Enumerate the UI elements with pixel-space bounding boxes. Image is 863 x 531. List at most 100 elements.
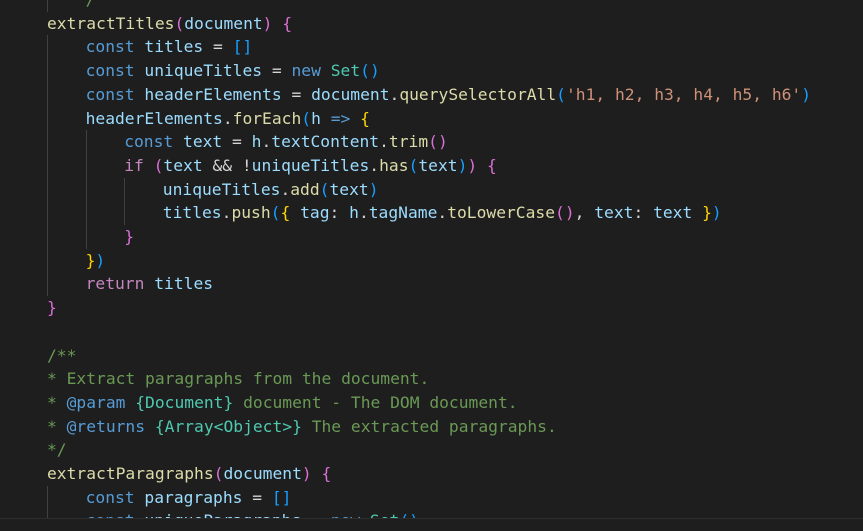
code-token: ( xyxy=(408,155,419,175)
code-token: titles xyxy=(154,274,214,294)
code-token: [] xyxy=(232,37,253,57)
code-token: @param xyxy=(66,392,126,412)
code-token: textContent xyxy=(271,132,380,152)
code-token: ) xyxy=(262,13,273,33)
code-token: extractTitles xyxy=(47,13,175,33)
code-token: . xyxy=(280,179,291,199)
code-token: : xyxy=(633,203,654,223)
code-token: tagName xyxy=(368,203,438,223)
code-token: () xyxy=(360,61,380,81)
code-line[interactable]: */ xyxy=(47,438,67,462)
horizontal-scrollbar[interactable] xyxy=(0,518,863,531)
code-token: has xyxy=(379,155,409,175)
code-line[interactable]: * Extract paragraphs from the document. xyxy=(47,367,429,391)
code-token: = xyxy=(203,37,233,57)
code-token: [] xyxy=(271,487,292,507)
code-token: extractParagraphs xyxy=(47,464,214,483)
code-line[interactable]: } xyxy=(47,296,57,320)
code-token: { xyxy=(280,203,291,223)
code-token: ( xyxy=(270,203,281,223)
indent-guide xyxy=(85,130,87,249)
code-token: push xyxy=(231,203,271,223)
code-token: uniqueTitles xyxy=(162,179,281,199)
code-line[interactable]: * @returns {Array<Object>} The extracted… xyxy=(47,415,557,439)
code-token: ) xyxy=(801,84,812,104)
code-editor[interactable]: /extractTitles(document) {const titles =… xyxy=(0,0,863,531)
code-token: querySelectorAll xyxy=(399,84,557,104)
code-token: text xyxy=(418,155,458,175)
code-token: h xyxy=(349,203,359,223)
code-token: . xyxy=(379,132,389,152)
code-token: . xyxy=(437,203,448,223)
code-token: : xyxy=(329,203,350,223)
code-token: . xyxy=(389,84,400,104)
code-token: ( xyxy=(301,108,312,128)
code-line[interactable]: headerElements.forEach(h => { xyxy=(86,107,370,131)
code-token: uniqueTitles xyxy=(144,61,263,81)
code-line[interactable]: const titles = [] xyxy=(86,35,253,59)
code-line[interactable]: const text = h.textContent.trim() xyxy=(124,130,448,154)
code-token: => xyxy=(330,108,351,128)
code-token: if xyxy=(124,155,144,175)
code-token: * xyxy=(47,392,67,412)
code-token: { xyxy=(321,464,332,483)
code-token: text xyxy=(653,203,693,223)
code-line[interactable]: extractTitles(document) { xyxy=(47,12,292,36)
code-token: { xyxy=(360,108,370,128)
code-token: 'h1, h2, h3, h4, h5, h6' xyxy=(565,84,802,104)
code-token: const xyxy=(85,61,135,81)
code-token: text xyxy=(329,179,369,199)
code-line[interactable]: if (text && !uniqueTitles.has(text)) { xyxy=(124,154,497,178)
code-token: ) xyxy=(301,464,312,483)
code-token: ) xyxy=(95,250,106,270)
code-token: . xyxy=(369,155,380,175)
code-token: const xyxy=(85,37,135,57)
code-line[interactable]: const paragraphs = [] xyxy=(86,486,292,510)
code-line[interactable]: const uniqueTitles = new Set() xyxy=(86,59,380,83)
code-token: , xyxy=(574,203,595,223)
code-line[interactable]: extractParagraphs(document) { xyxy=(47,462,331,486)
code-token: /** xyxy=(47,345,77,365)
code-line[interactable]: const headerElements = document.querySel… xyxy=(86,83,811,107)
code-token: The extracted paragraphs. xyxy=(301,416,557,436)
code-line[interactable]: } xyxy=(124,225,134,249)
code-token: titles xyxy=(162,203,222,223)
code-token: && ! xyxy=(202,155,252,175)
code-token: ) xyxy=(711,203,722,223)
code-line[interactable]: return titles xyxy=(86,272,213,296)
code-token: ( xyxy=(213,464,224,483)
code-token: document - The DOM document. xyxy=(233,392,518,412)
code-token: return xyxy=(85,274,145,294)
code-token: } xyxy=(702,203,712,223)
code-token: h xyxy=(311,108,321,128)
code-line[interactable]: uniqueTitles.add(text) xyxy=(163,178,379,202)
code-token: text xyxy=(163,155,203,175)
code-token: ) xyxy=(457,155,468,175)
code-token: . xyxy=(358,203,369,223)
code-token: paragraphs xyxy=(144,487,243,507)
code-token: Set xyxy=(330,61,361,81)
code-token: ( xyxy=(174,13,185,33)
code-token: text xyxy=(594,203,634,223)
code-line[interactable]: }) xyxy=(86,249,106,273)
code-token: const xyxy=(124,132,174,152)
code-token: document xyxy=(184,13,263,33)
code-line[interactable]: /** xyxy=(47,344,76,368)
code-line[interactable]: titles.push({ tag: h.tagName.toLowerCase… xyxy=(163,201,722,225)
code-token: . xyxy=(261,132,272,152)
code-token: add xyxy=(290,179,320,199)
code-token: = xyxy=(242,487,272,507)
code-token: ) xyxy=(467,155,478,175)
code-token: = xyxy=(262,61,292,81)
code-line[interactable]: * @param {Document} document - The DOM d… xyxy=(47,391,518,415)
code-line[interactable]: / xyxy=(86,0,96,12)
code-token: uniqueTitles xyxy=(251,155,370,175)
